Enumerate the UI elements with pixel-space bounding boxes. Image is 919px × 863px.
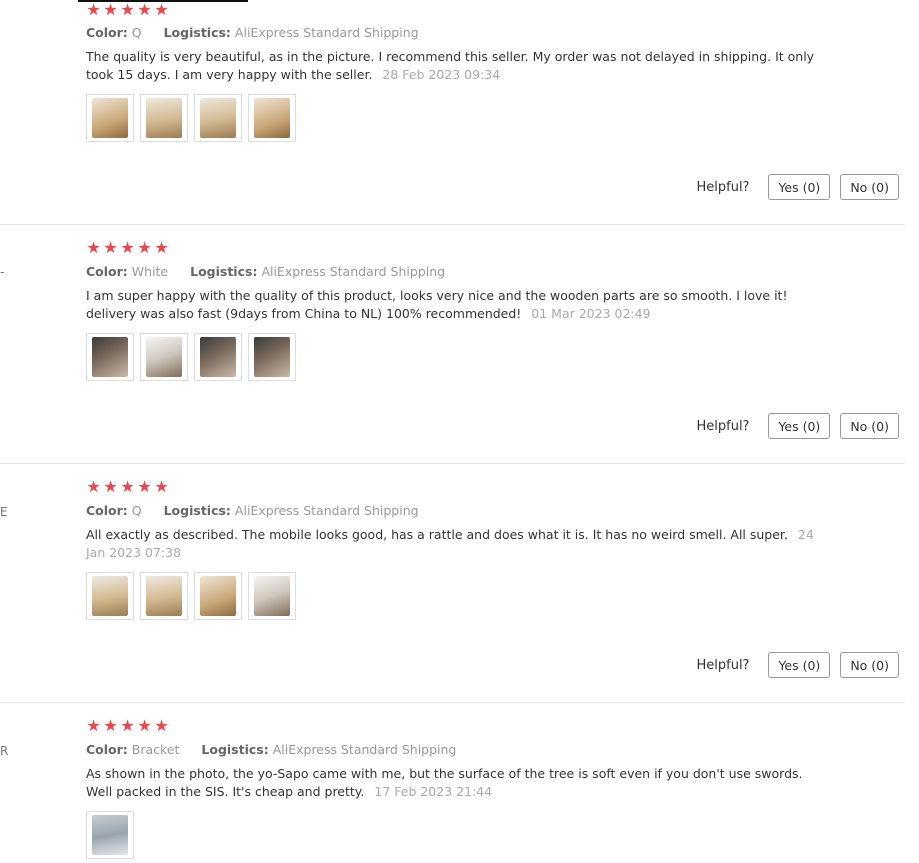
helpful-vote: Helpful? Yes (0) No (0) [696,652,899,678]
review-photo[interactable] [140,572,188,620]
photo-thumbnails [86,94,296,142]
review-photo[interactable] [140,333,188,381]
star-icon: ★ [137,477,152,496]
review-meta: Color: White Logistics: AliExpress Stand… [86,264,445,279]
color-label: Color: [86,503,128,518]
review-text: The quality is very beautiful, as in the… [86,48,816,84]
review-photo[interactable] [248,94,296,142]
review-photo[interactable] [194,572,242,620]
logistics-label: Logistics: [190,264,258,279]
logistics-value: AliExpress Standard Shipping [234,25,419,40]
photo-thumbnails [86,811,134,859]
color-label: Color: [86,25,128,40]
star-icon: ★ [120,238,135,257]
star-icon: ★ [154,477,169,496]
review-body: All exactly as described. The mobile loo… [86,527,788,542]
color-label: Color: [86,264,128,279]
color-value: Q [131,25,142,40]
review-body: I am super happy with the quality of thi… [86,288,788,321]
review-photo[interactable] [248,333,296,381]
review-text: As shown in the photo, the yo-Sapo came … [86,765,816,801]
helpful-no-button[interactable]: No (0) [840,413,899,439]
logistics-value: AliExpress Standard Shipping [272,742,457,757]
edge-glyph: - [0,265,5,279]
review-item: - ★ ★ ★ ★ ★ Color: White Logistics: AliE… [0,225,905,464]
star-icon: ★ [103,716,118,735]
review-text: I am super happy with the quality of thi… [86,287,816,323]
review-date: 17 Feb 2023 21:44 [374,784,493,799]
star-icon: ★ [86,0,101,19]
photo-thumbnails [86,333,296,381]
star-icon: ★ [103,238,118,257]
rating-stars: ★ ★ ★ ★ ★ [86,2,169,18]
logistics-value: AliExpress Standard Shipping [261,264,446,279]
star-icon: ★ [120,0,135,19]
star-icon: ★ [137,238,152,257]
review-photo[interactable] [194,94,242,142]
logistics-label: Logistics: [163,25,231,40]
helpful-no-button[interactable]: No (0) [840,652,899,678]
helpful-no-button[interactable]: No (0) [840,174,899,200]
review-photo[interactable] [194,333,242,381]
helpful-vote: Helpful? Yes (0) No (0) [696,174,899,200]
helpful-label: Helpful? [696,657,750,673]
review-item: R ★ ★ ★ ★ ★ Color: Bracket Logistics: Al… [0,703,905,863]
helpful-label: Helpful? [696,418,750,434]
color-label: Color: [86,742,128,757]
photo-thumbnails [86,572,296,620]
color-value: Q [131,503,142,518]
star-icon: ★ [120,477,135,496]
star-icon: ★ [154,716,169,735]
helpful-yes-button[interactable]: Yes (0) [768,413,831,439]
review-item: E ★ ★ ★ ★ ★ Color: Q Logistics: AliExpre… [0,464,905,703]
helpful-yes-button[interactable]: Yes (0) [768,174,831,200]
review-photo[interactable] [86,94,134,142]
rating-stars: ★ ★ ★ ★ ★ [86,718,169,734]
review-photo[interactable] [248,572,296,620]
star-icon: ★ [103,477,118,496]
logistics-label: Logistics: [201,742,269,757]
star-icon: ★ [120,716,135,735]
review-date: 28 Feb 2023 09:34 [382,67,501,82]
review-photo[interactable] [86,572,134,620]
edge-glyph: R [0,744,9,758]
review-photo[interactable] [140,94,188,142]
star-icon: ★ [86,477,101,496]
color-value: White [131,264,169,279]
review-photo[interactable] [86,811,134,859]
logistics-label: Logistics: [163,503,231,518]
helpful-vote: Helpful? Yes (0) No (0) [696,413,899,439]
color-value: Bracket [131,742,180,757]
edge-glyph: E [0,505,8,519]
star-icon: ★ [137,716,152,735]
review-meta: Color: Q Logistics: AliExpress Standard … [86,503,419,518]
helpful-yes-button[interactable]: Yes (0) [768,652,831,678]
star-icon: ★ [154,238,169,257]
review-date: 01 Mar 2023 02:49 [531,306,651,321]
review-meta: Color: Q Logistics: AliExpress Standard … [86,25,419,40]
star-icon: ★ [86,716,101,735]
rating-stars: ★ ★ ★ ★ ★ [86,479,169,495]
logistics-value: AliExpress Standard Shipping [234,503,419,518]
review-meta: Color: Bracket Logistics: AliExpress Sta… [86,742,456,757]
review-item: ★ ★ ★ ★ ★ Color: Q Logistics: AliExpress… [0,0,905,225]
star-icon: ★ [103,0,118,19]
star-icon: ★ [86,238,101,257]
review-photo[interactable] [86,333,134,381]
rating-stars: ★ ★ ★ ★ ★ [86,240,169,256]
helpful-label: Helpful? [696,179,750,195]
star-icon: ★ [137,0,152,19]
star-icon: ★ [154,0,169,19]
review-text: All exactly as described. The mobile loo… [86,526,816,562]
